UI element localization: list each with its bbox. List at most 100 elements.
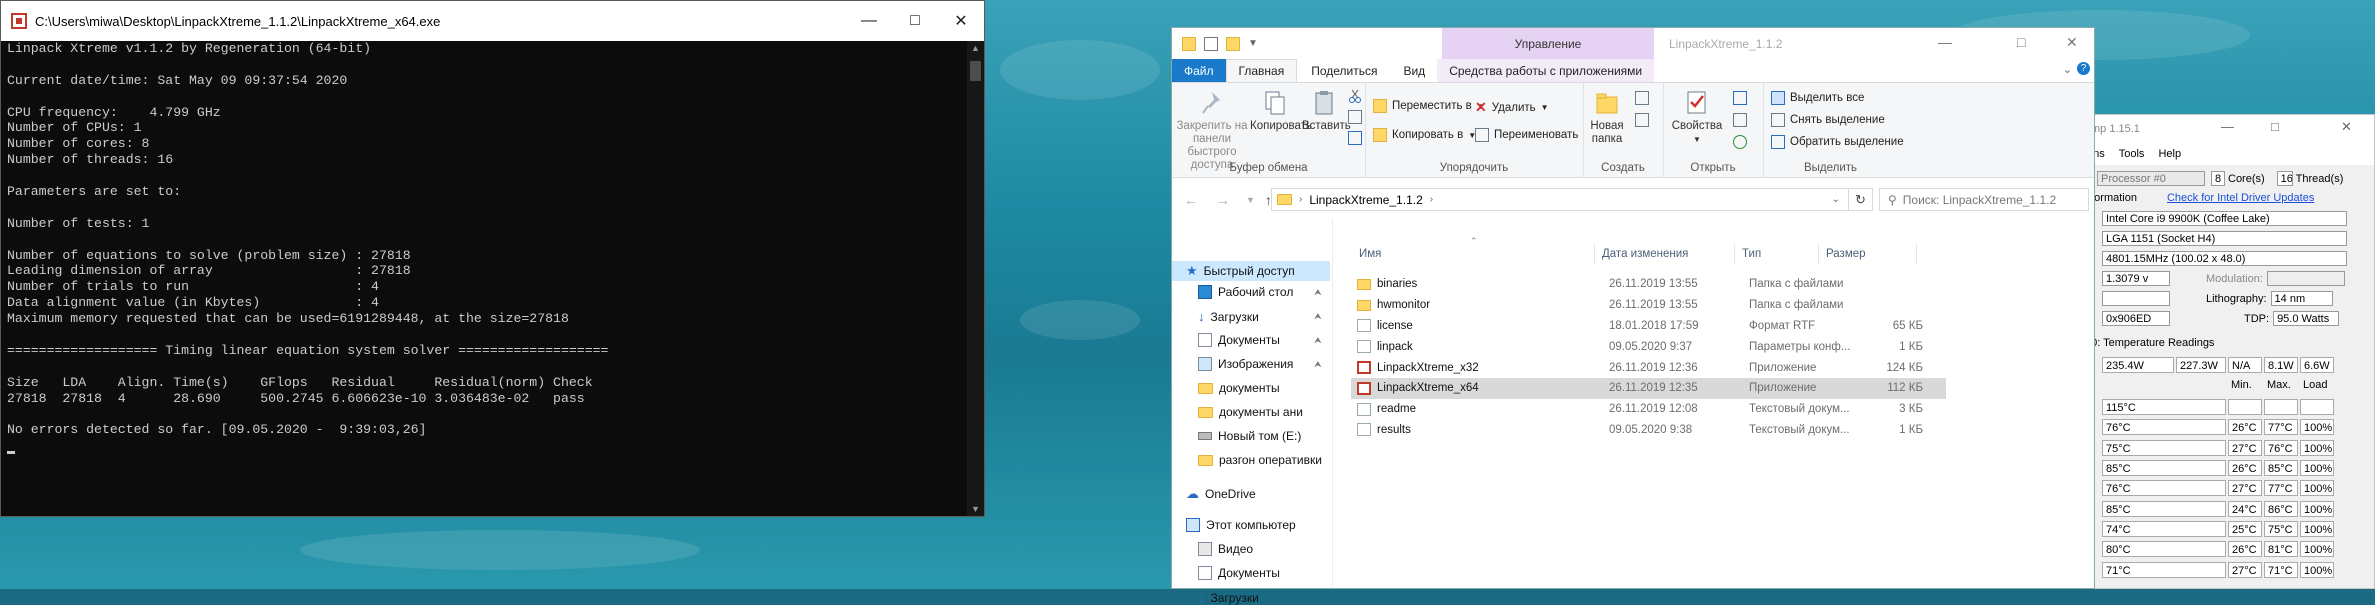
nav-item[interactable]: Изображения (1198, 357, 1293, 371)
column-size[interactable]: Размер (1826, 248, 1866, 260)
column-date[interactable]: Дата изменения (1602, 248, 1688, 260)
properties-quick-icon[interactable] (1204, 36, 1218, 51)
select-all-button[interactable]: Выделить все (1771, 91, 1864, 105)
console-titlebar[interactable]: C:\Users\miwa\Desktop\LinpackXtreme_1.1.… (1, 1, 984, 41)
file-row[interactable]: binaries 26.11.2019 13:55 Папка с файлами (1351, 274, 1946, 295)
tab-view[interactable]: Вид (1391, 59, 1437, 82)
column-type[interactable]: Тип (1742, 248, 1761, 260)
select-none-button[interactable]: Снять выделение (1771, 113, 1885, 127)
help-icon[interactable]: ? (2077, 62, 2090, 75)
organize-group: Переместить в ▼ Копировать в ▼ ✕ Удалить ▼ … (1365, 83, 1584, 177)
tab-file[interactable]: Файл (1172, 59, 1226, 82)
back-icon[interactable]: ← (1184, 192, 1198, 208)
file-row[interactable]: readme 26.11.2019 12:08 Текстовый докум...… (1351, 399, 1946, 420)
move-to-button[interactable]: Переместить в ▼ (1373, 99, 1485, 113)
hwmonitor-titlebar[interactable]: mp 1.15.1 — □ ✕ (2081, 115, 2374, 143)
nav-item[interactable]: документы (1198, 381, 1280, 395)
manage-context-tab[interactable]: Управление (1442, 28, 1654, 59)
pin-icon[interactable]: ⮝ (1314, 335, 1322, 346)
tab-share[interactable]: Поделиться (1297, 59, 1391, 82)
rename-button[interactable]: Переименовать (1475, 128, 1578, 142)
invert-selection-button[interactable]: Обратить выделение (1771, 135, 1904, 149)
minimize-button[interactable]: — (2221, 119, 2234, 134)
history-icon[interactable] (1733, 135, 1747, 149)
file-row[interactable]: hwmonitor 26.11.2019 13:55 Папка с файлами (1351, 295, 1946, 316)
nav-item[interactable]: Документы (1198, 566, 1280, 580)
nav-item[interactable]: Рабочий стол (1198, 285, 1293, 299)
close-button[interactable]: ✕ (2066, 34, 2078, 51)
nav-item[interactable]: ☁ OneDrive (1186, 486, 1256, 502)
processor-select[interactable]: Processor #0 (2097, 171, 2205, 186)
nav-item[interactable]: ↓ Загрузки (1198, 309, 1259, 324)
scroll-up-icon[interactable]: ▲ (967, 43, 984, 53)
console-scrollbar[interactable]: ▲ ▼ (967, 41, 984, 516)
pin-quick-access-button[interactable]: Закрепить на панели быстрого доступа (1176, 89, 1248, 172)
nav-item[interactable]: Этот компьютер (1186, 518, 1296, 532)
explorer-titlebar[interactable]: ▼ Управление LinpackXtreme_1.1.2 — □ ✕ (1172, 28, 2094, 59)
file-row[interactable]: linpack 09.05.2020 9:37 Параметры конф... 1… (1351, 336, 1946, 357)
maximize-button[interactable]: □ (2017, 34, 2025, 50)
copy-to-button[interactable]: Копировать в ▼ (1373, 128, 1476, 142)
nav-item[interactable]: Документы (1198, 333, 1280, 347)
new-item-icon[interactable] (1635, 91, 1649, 105)
ribbon: Закрепить на панели быстрого доступа Коп… (1172, 83, 2094, 178)
refresh-button[interactable]: ↻ (1849, 188, 1873, 211)
driver-update-link[interactable]: Check for Intel Driver Updates (2167, 192, 2314, 204)
file-row[interactable]: LinpackXtreme_x32 26.11.2019 12:36 Приложе… (1351, 357, 1946, 378)
new-folder-quick-icon[interactable] (1226, 36, 1240, 51)
close-button[interactable]: ✕ (2341, 119, 2352, 135)
cut-icon[interactable] (1348, 89, 1362, 103)
properties-button[interactable]: Свойства ▼ (1667, 89, 1727, 146)
nav-item[interactable]: Видео (1198, 542, 1253, 556)
temp-max: 81°C (2264, 541, 2298, 558)
nav-item[interactable]: ↓ Загрузки (1198, 590, 1259, 605)
file-row[interactable]: LinpackXtreme_x64 26.11.2019 12:35 Приложе… (1351, 378, 1946, 399)
easy-access-icon[interactable] (1635, 113, 1649, 127)
minimize-button[interactable]: — (1938, 34, 1952, 50)
nav-item[interactable]: Новый том (E:) (1198, 429, 1301, 443)
breadcrumb[interactable]: LinpackXtreme_1.1.2 (1309, 193, 1422, 207)
delete-button[interactable]: ✕ Удалить ▼ (1475, 99, 1549, 116)
pin-icon[interactable]: ⮝ (1314, 287, 1322, 298)
address-bar[interactable]: › LinpackXtreme_1.1.2 › ⌄ (1271, 188, 1849, 211)
file-row[interactable]: results 09.05.2020 9:38 Текстовый докум...… (1351, 420, 1946, 441)
paste-shortcut-icon[interactable] (1348, 131, 1362, 145)
search-input[interactable]: ⚲ Поиск: LinpackXtreme_1.1.2 (1879, 188, 2089, 211)
tab-home[interactable]: Главная (1225, 59, 1298, 82)
select-group: Выделить все Снять выделение Обратить вы… (1763, 83, 1904, 177)
copy-button[interactable]: Копировать (1250, 89, 1312, 133)
maximize-button[interactable]: □ (2271, 119, 2279, 134)
console-output: Linpack Xtreme v1.1.2 by Regeneration (6… (7, 41, 966, 516)
document-icon (1357, 423, 1371, 437)
nav-item[interactable]: разгон оперативки (1198, 453, 1322, 467)
forward-icon[interactable]: → (1216, 192, 1230, 208)
invert-selection-icon (1771, 135, 1785, 149)
menu-tools[interactable]: Tools (2119, 148, 2145, 160)
recent-locations-icon[interactable]: ▼ (1246, 195, 1255, 205)
ribbon-expand-icon[interactable]: ⌄ (2063, 63, 2072, 76)
paste-button[interactable]: Вставить (1302, 89, 1351, 133)
copy-path-icon[interactable] (1348, 110, 1362, 124)
edit-icon[interactable] (1733, 113, 1747, 127)
hwmonitor-window: mp 1.15.1 — □ ✕ ons Tools Help Processor… (2080, 114, 2375, 589)
address-dropdown-icon[interactable]: ⌄ (1832, 194, 1840, 205)
menu-help[interactable]: Help (2158, 148, 2181, 160)
file-name: binaries (1377, 278, 1418, 291)
maximize-button[interactable]: □ (892, 1, 938, 41)
open-icon[interactable] (1733, 91, 1747, 105)
column-name[interactable]: Имя (1359, 248, 1381, 260)
folder-icon (1357, 299, 1371, 311)
scroll-thumb[interactable] (970, 61, 981, 81)
pin-icon[interactable]: ⮝ (1314, 359, 1322, 370)
new-folder-button[interactable]: Новая папка (1587, 89, 1627, 146)
nav-item[interactable]: ★ Быстрый доступ (1172, 261, 1330, 281)
scroll-down-icon[interactable]: ▼ (967, 504, 984, 514)
modulation-value (2266, 271, 2345, 286)
close-button[interactable]: ✕ (938, 1, 984, 41)
nav-item[interactable]: документы ани (1198, 405, 1303, 419)
file-row[interactable]: license 18.01.2018 17:59 Формат RTF 65 КБ (1351, 316, 1946, 337)
minimize-button[interactable]: — (846, 1, 892, 41)
pin-icon[interactable]: ⮝ (1314, 311, 1322, 322)
quick-access-dropdown-icon[interactable]: ▼ (1248, 38, 1258, 49)
tab-application-tools[interactable]: Средства работы с приложениями (1437, 59, 1655, 82)
